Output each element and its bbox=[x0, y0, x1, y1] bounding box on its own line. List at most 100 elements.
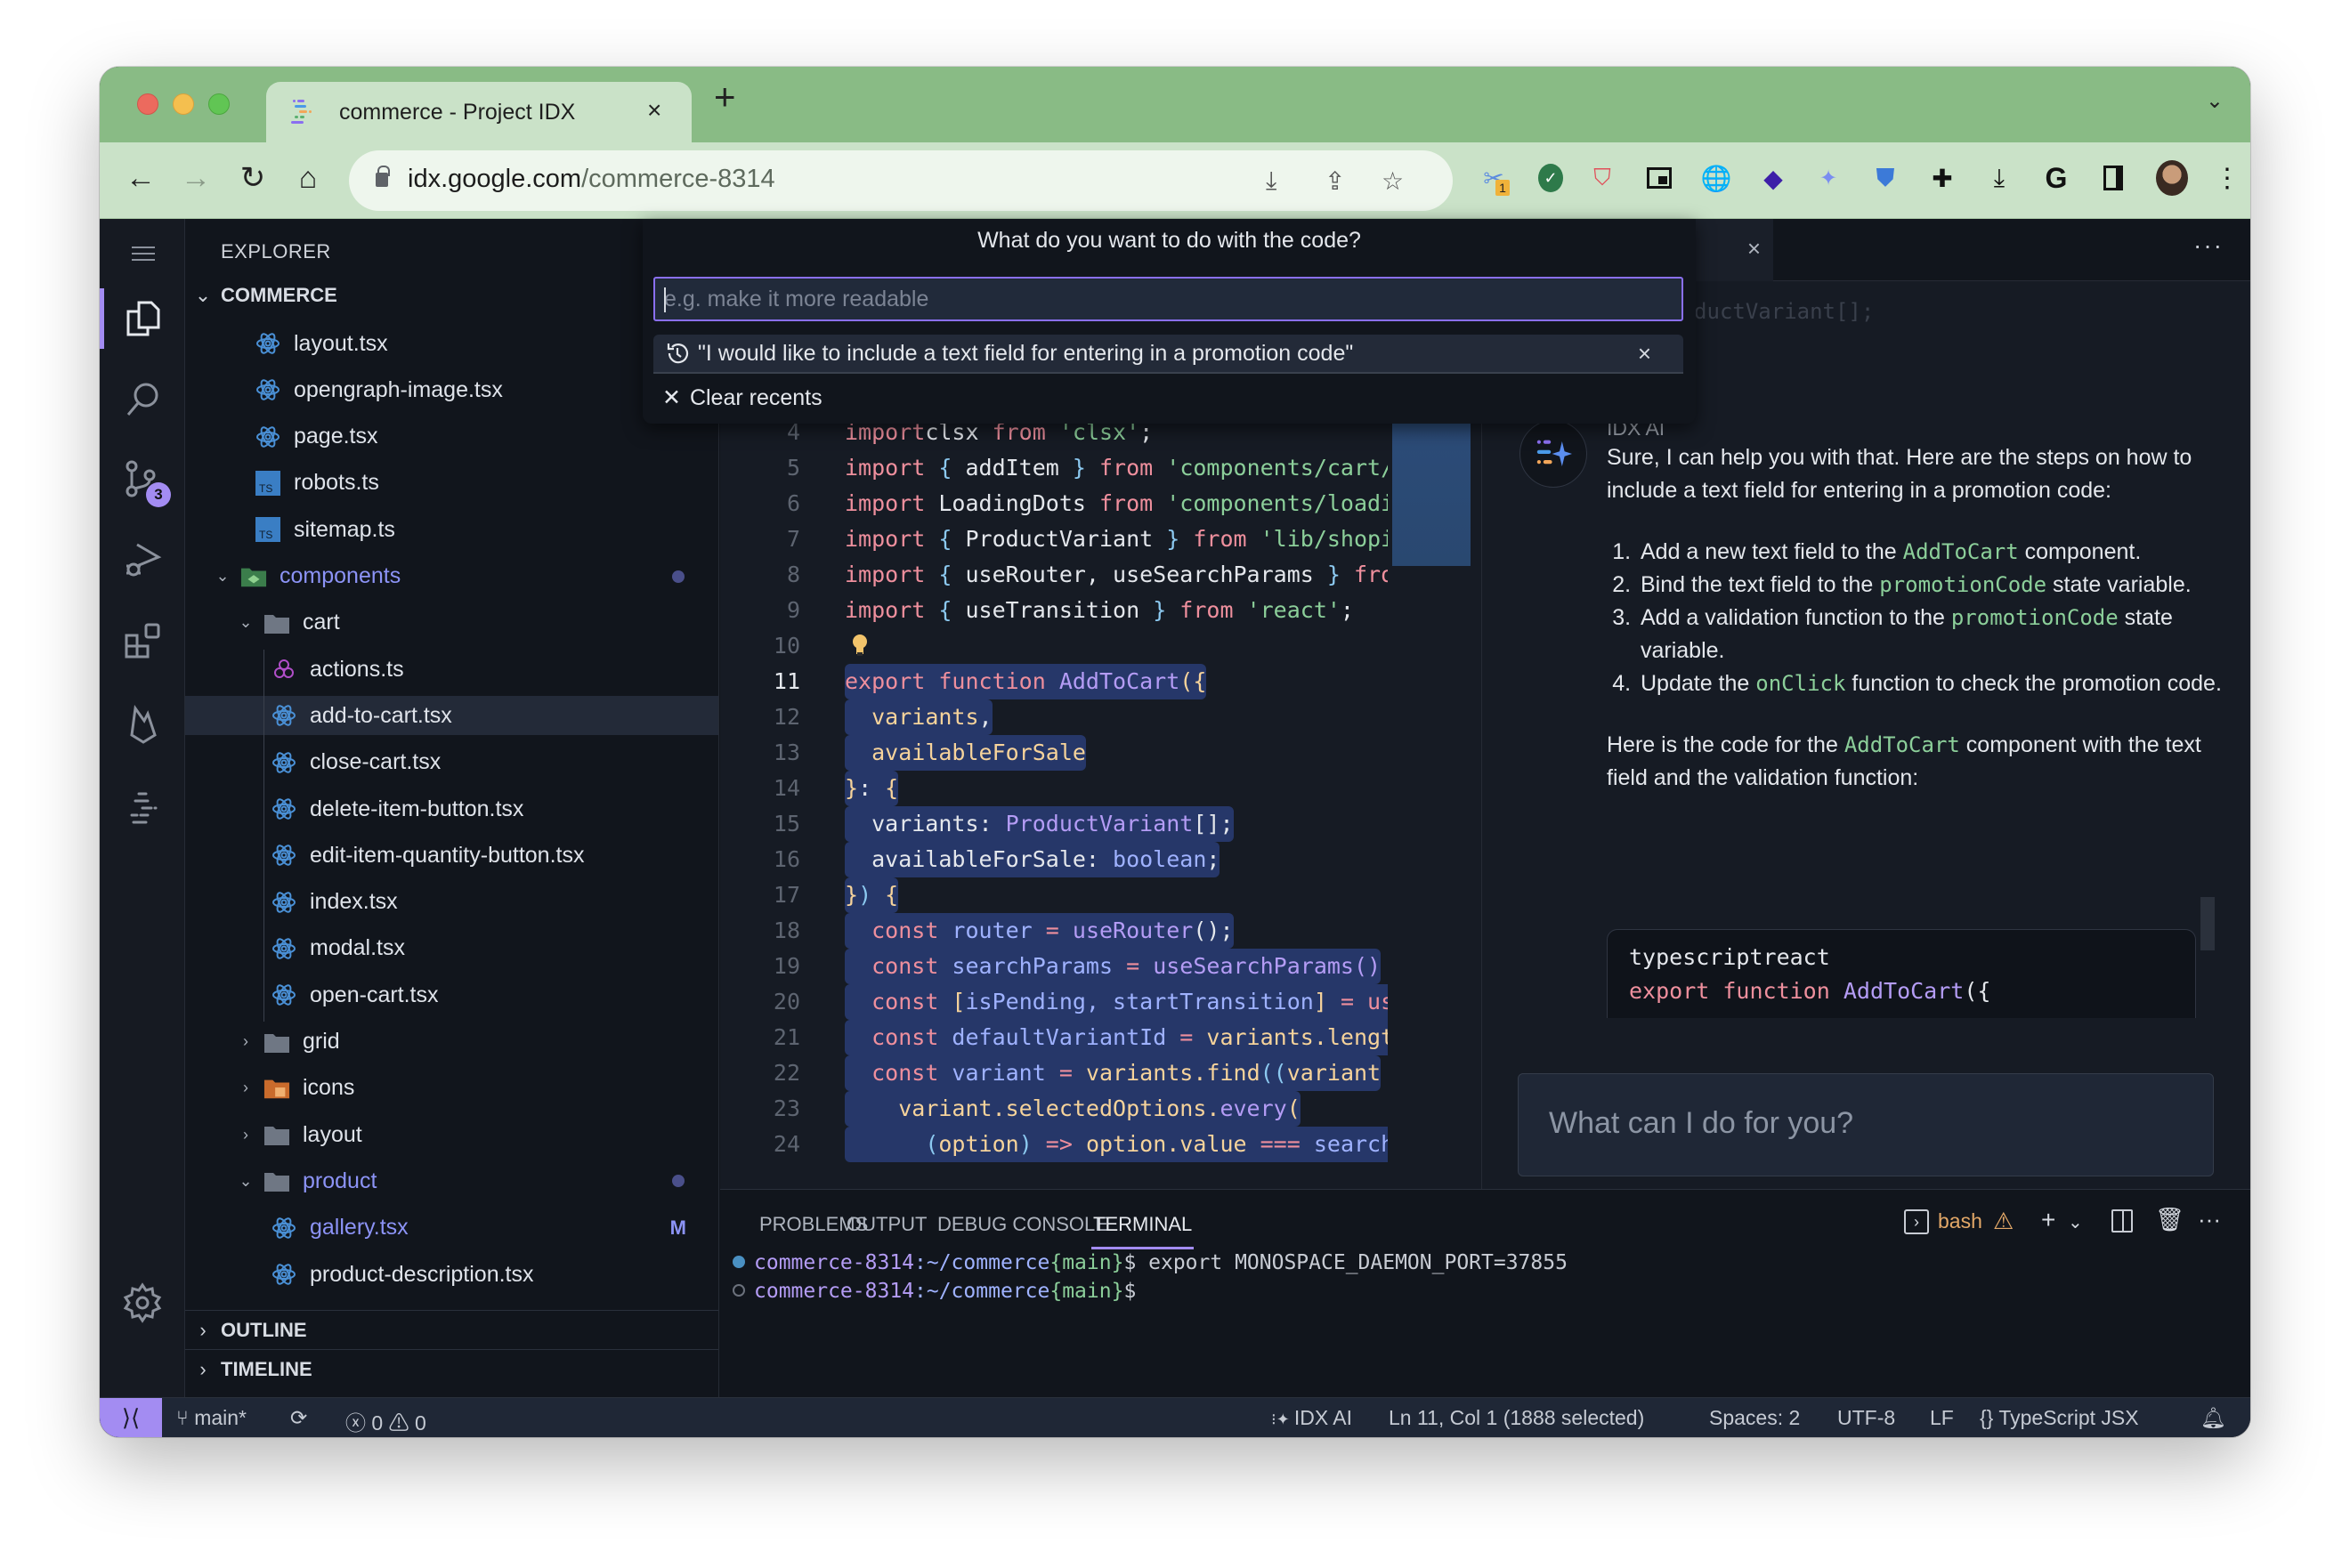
file-item[interactable]: variant-selector.tsx bbox=[185, 1301, 718, 1310]
maximize-window-button[interactable] bbox=[208, 93, 230, 115]
code-line[interactable]: 7 import { ProductVariant } from 'lib/sho… bbox=[720, 521, 1388, 557]
file-item[interactable]: gallery.tsx M bbox=[185, 1208, 718, 1248]
tab-terminal[interactable]: TERMINAL bbox=[1090, 1213, 1195, 1249]
terminal-shell-name[interactable]: bash bbox=[1938, 1209, 1982, 1233]
explorer-files-icon[interactable] bbox=[100, 283, 185, 354]
split-terminal-icon[interactable] bbox=[2111, 1209, 2133, 1233]
code-lines[interactable]: 4 importclsx from 'clsx'; 5 import { addIte… bbox=[720, 415, 1388, 1162]
kebab-menu-icon[interactable]: ⋮ bbox=[2209, 160, 2245, 196]
problems-status[interactable]: ⓧ 0 ⚠ 0 bbox=[345, 1406, 426, 1436]
picture-in-picture-icon[interactable] bbox=[1641, 160, 1677, 196]
back-icon[interactable]: ← bbox=[123, 160, 158, 196]
profile-avatar[interactable] bbox=[2154, 160, 2190, 196]
new-tab-button[interactable]: + bbox=[714, 76, 736, 118]
file-item[interactable]: close-cart.tsx bbox=[185, 743, 718, 782]
code-line[interactable]: 13 availableForSale bbox=[720, 735, 1388, 771]
code-line[interactable]: 14}: { bbox=[720, 771, 1388, 806]
diamond-extension-icon[interactable]: ◆ bbox=[1755, 160, 1791, 196]
code-line[interactable]: 11 export function AddToCart({ bbox=[720, 664, 1388, 699]
clear-recents-button[interactable]: ✕ Clear recents bbox=[662, 384, 822, 411]
terminal-output[interactable]: commerce-8314:~/commerce{main}$ export M… bbox=[733, 1249, 1568, 1305]
recent-prompt-item[interactable]: "I would like to include a text field fo… bbox=[653, 335, 1683, 374]
downloads-icon[interactable]: ⤓ bbox=[1981, 160, 2017, 196]
new-terminal-icon[interactable]: + bbox=[2041, 1206, 2055, 1234]
tab-search-chevron-icon[interactable]: ⌄ bbox=[2206, 88, 2224, 114]
trash-icon[interactable]: 🗑 bbox=[2155, 1206, 2184, 1233]
sparkle-extension-icon[interactable]: ✦ bbox=[1811, 160, 1846, 196]
file-item[interactable]: product-description.tsx bbox=[185, 1255, 718, 1294]
forward-icon[interactable]: → bbox=[178, 160, 214, 196]
file-item[interactable]: add-to-cart.tsx bbox=[185, 696, 718, 736]
folder-item[interactable]: ⌄ components bbox=[185, 557, 718, 596]
menu-icon[interactable] bbox=[100, 219, 185, 290]
check-shield-extension-icon[interactable]: ✓ bbox=[1533, 160, 1568, 196]
code-line[interactable]: 16 availableForSale: boolean; bbox=[720, 842, 1388, 877]
branch-status[interactable]: ⑂ main* bbox=[176, 1406, 247, 1430]
globe-extension-icon[interactable]: 🌐 bbox=[1698, 160, 1734, 196]
google-icon[interactable]: G bbox=[2038, 160, 2074, 196]
share-icon[interactable]: ⇪ bbox=[1325, 166, 1345, 196]
file-item[interactable]: actions.ts bbox=[185, 650, 718, 689]
run-and-debug-icon[interactable] bbox=[100, 525, 185, 596]
notifications-bell-icon[interactable]: 🔔︎ bbox=[2200, 1406, 2226, 1430]
extensions-icon[interactable] bbox=[100, 605, 185, 676]
code-line[interactable]: 15 variants: ProductVariant[]; bbox=[720, 806, 1388, 842]
file-item[interactable]: TS robots.ts bbox=[185, 464, 718, 503]
folder-item[interactable]: › grid bbox=[185, 1022, 718, 1062]
lock-icon[interactable] bbox=[376, 166, 390, 187]
remote-indicator-icon[interactable]: ⟩⟨ bbox=[100, 1398, 162, 1437]
folder-item[interactable]: › icons bbox=[185, 1069, 718, 1108]
home-icon[interactable]: ⌂ bbox=[290, 160, 326, 196]
file-item[interactable]: edit-item-quantity-button.tsx bbox=[185, 836, 718, 875]
minimap[interactable] bbox=[1392, 424, 1471, 566]
more-actions-icon[interactable]: ··· bbox=[2193, 231, 2224, 260]
code-line[interactable]: 17}) { bbox=[720, 877, 1388, 913]
file-item[interactable]: modal.tsx bbox=[185, 929, 718, 968]
ai-scrollbar[interactable] bbox=[2200, 897, 2215, 950]
shield-extension-icon[interactable]: ⛊ bbox=[1868, 160, 1903, 196]
code-line[interactable]: 6 import LoadingDots from 'components/loa… bbox=[720, 486, 1388, 521]
file-item[interactable]: delete-item-button.tsx bbox=[185, 789, 718, 828]
outline-section-header[interactable]: › OUTLINE bbox=[185, 1310, 718, 1349]
cursor-position[interactable]: Ln 11, Col 1 (1888 selected) bbox=[1389, 1406, 1644, 1430]
remove-recent-icon[interactable]: × bbox=[1638, 340, 1651, 368]
source-control-icon[interactable]: 3 bbox=[100, 443, 185, 514]
language-status[interactable]: {} TypeScript JSX bbox=[1980, 1406, 2139, 1430]
lightbulb-icon[interactable] bbox=[852, 634, 868, 658]
folder-item[interactable]: ⌄ product bbox=[185, 1161, 718, 1200]
code-line[interactable]: 10 bbox=[720, 628, 1388, 664]
scissors-extension-icon[interactable]: ✂ 1 bbox=[1476, 160, 1511, 196]
folder-item[interactable]: ⌄ cart bbox=[185, 603, 718, 643]
tab-close-icon[interactable]: × bbox=[647, 96, 661, 125]
encoding-status[interactable]: UTF-8 bbox=[1837, 1406, 1895, 1430]
code-line[interactable]: 9 import { useTransition } from 'react'; bbox=[720, 593, 1388, 628]
file-item[interactable]: page.tsx bbox=[185, 417, 718, 457]
maximize-panel-icon[interactable]: ⌃ bbox=[2246, 1206, 2250, 1233]
firebase-icon[interactable] bbox=[100, 689, 185, 760]
reload-icon[interactable]: ↻ bbox=[235, 160, 271, 196]
sync-icon[interactable]: ⟳ bbox=[290, 1406, 307, 1430]
ai-chat-input[interactable]: What can I do for you? bbox=[1518, 1073, 2214, 1176]
quick-input-field[interactable]: e.g. make it more readable bbox=[653, 277, 1683, 321]
bookmark-star-icon[interactable]: ☆ bbox=[1382, 166, 1404, 196]
code-line[interactable]: 8 import { useRouter, useSearchParams } f… bbox=[720, 557, 1388, 593]
code-line[interactable]: 23 variant.selectedOptions.every( bbox=[720, 1091, 1388, 1127]
folder-item[interactable]: › layout bbox=[185, 1115, 718, 1154]
sidepanel-icon[interactable] bbox=[2095, 160, 2131, 196]
code-line[interactable]: 12 variants, bbox=[720, 699, 1388, 735]
code-line[interactable]: 19 const searchParams = useSearchParams(… bbox=[720, 949, 1388, 984]
url-text[interactable]: idx.google.com/commerce-8314 bbox=[408, 165, 775, 194]
close-window-button[interactable] bbox=[137, 93, 158, 115]
code-line[interactable]: 21 const defaultVariantId = variants.len… bbox=[720, 1020, 1388, 1055]
address-bar[interactable]: idx.google.com/commerce-8314 ⤓ ⇪ ☆ bbox=[349, 150, 1453, 211]
puzzle-extensions-icon[interactable]: ✚ bbox=[1925, 160, 1960, 196]
code-line[interactable]: 22 const variant = variants.find((varian… bbox=[720, 1055, 1388, 1091]
eol-status[interactable]: LF bbox=[1930, 1406, 1954, 1430]
indentation-status[interactable]: Spaces: 2 bbox=[1709, 1406, 1800, 1430]
idx-ai-activity-icon[interactable] bbox=[100, 772, 185, 844]
code-line[interactable]: 5 import { addItem } from 'components/car… bbox=[720, 450, 1388, 486]
file-item[interactable]: layout.tsx bbox=[185, 324, 718, 363]
tab-output[interactable]: OUTPUT bbox=[847, 1213, 927, 1236]
code-line[interactable]: 18 const router = useRouter(); bbox=[720, 913, 1388, 949]
minimize-window-button[interactable] bbox=[173, 93, 194, 115]
